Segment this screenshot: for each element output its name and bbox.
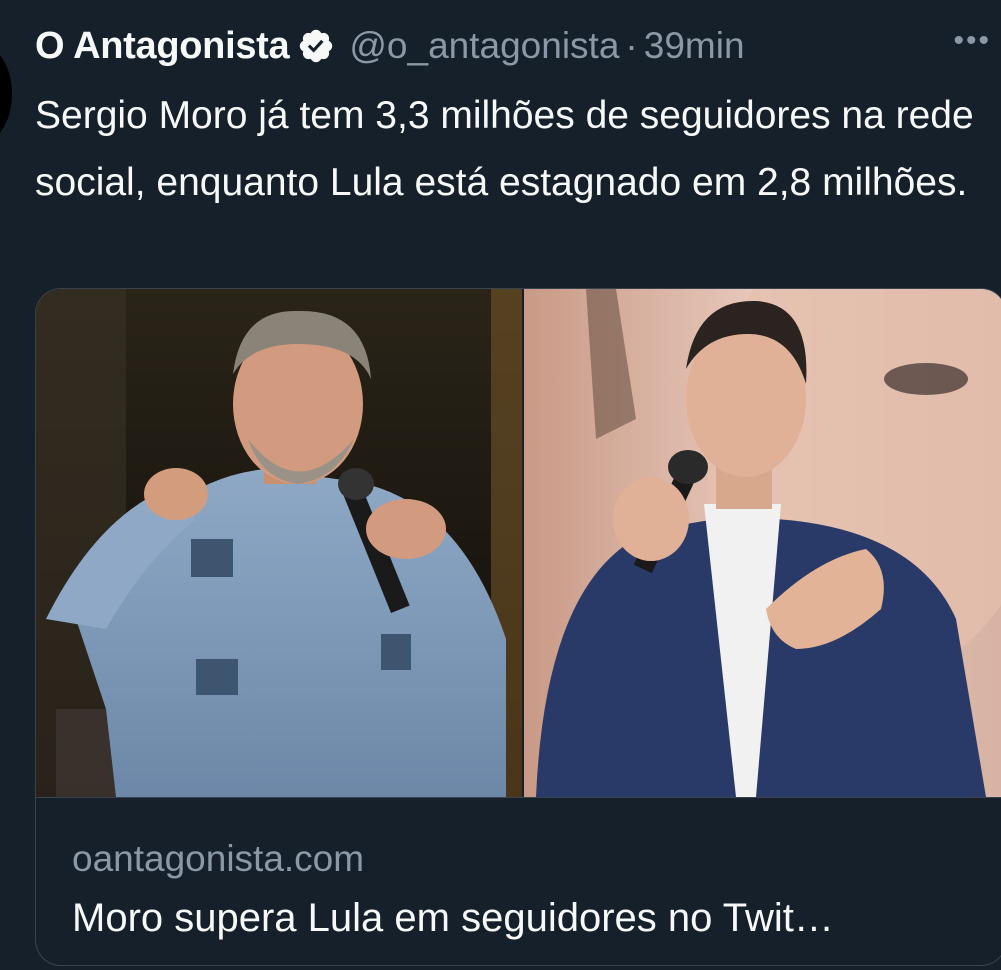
tweet[interactable]: O Antagonista @o_antagonista · 39min •••… — [0, 0, 1001, 970]
card-photo-illustration — [36, 289, 1001, 797]
author-handle[interactable]: @o_antagonista — [349, 25, 619, 67]
card-title[interactable]: Moro supera Lula em seguidores no Twit… — [72, 896, 834, 941]
tweet-header: O Antagonista @o_antagonista · 39min ••• — [35, 18, 991, 74]
card-domain: oantagonista.com — [72, 838, 365, 879]
more-options-icon[interactable]: ••• — [953, 24, 991, 58]
author-display-name[interactable]: O Antagonista — [35, 25, 290, 68]
tweet-text: Sergio Moro já tem 3,3 milhões de seguid… — [35, 94, 974, 204]
tweet-timestamp[interactable]: 39min — [644, 25, 745, 67]
separator-dot: · — [625, 25, 638, 66]
verified-badge-icon — [297, 27, 335, 65]
card-image[interactable] — [36, 289, 1001, 797]
link-preview-card[interactable]: oantagonista.com Moro supera Lula em seg… — [35, 288, 1001, 966]
author-avatar[interactable] — [0, 45, 12, 143]
card-footer[interactable]: oantagonista.com Moro supera Lula em seg… — [36, 797, 1001, 965]
